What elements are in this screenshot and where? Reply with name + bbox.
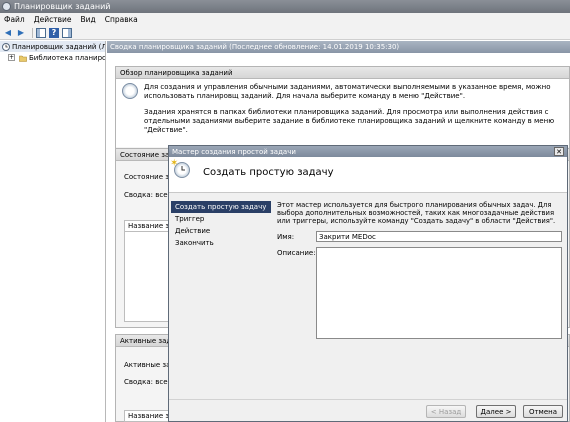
toolbar-separator bbox=[32, 27, 33, 38]
clock-icon bbox=[122, 83, 138, 99]
window-titlebar: Планировщик заданий bbox=[0, 0, 570, 13]
clock-icon bbox=[2, 42, 10, 51]
task-description-textarea[interactable] bbox=[316, 247, 562, 339]
folder-icon bbox=[19, 54, 27, 62]
overview-body: Для создания и управления обычными задан… bbox=[116, 79, 569, 147]
step-finish[interactable]: Закончить bbox=[171, 237, 271, 249]
wizard-description: Этот мастер используется для быстрого пл… bbox=[277, 201, 556, 225]
step-create-task[interactable]: Создать простую задачу bbox=[171, 201, 271, 213]
wizard-title: Мастер создания простой задачи bbox=[172, 147, 296, 156]
console-tree: Планировщик заданий (Локал + Библиотека … bbox=[0, 41, 106, 422]
help-icon[interactable]: ? bbox=[49, 27, 59, 38]
tree-item-label: Библиотека планировщ bbox=[29, 53, 105, 62]
wizard-button-bar: < Назад Далее > Отмена bbox=[169, 399, 567, 421]
star-icon: ✶ bbox=[170, 158, 179, 169]
step-action[interactable]: Действие bbox=[171, 225, 271, 237]
expand-plus-icon[interactable]: + bbox=[8, 54, 15, 61]
menu-file[interactable]: Файл bbox=[4, 15, 25, 24]
overview-section: Обзор планировщика заданий Для создания … bbox=[115, 66, 570, 151]
forward-arrow-icon[interactable]: ▶ bbox=[16, 28, 26, 38]
overview-section-title[interactable]: Обзор планировщика заданий bbox=[116, 67, 569, 79]
description-label: Описание: bbox=[277, 249, 316, 257]
tree-item-library[interactable]: + Библиотека планировщ bbox=[0, 52, 105, 63]
summary-header: Сводка планировщика заданий (Последнее о… bbox=[107, 41, 570, 53]
back-arrow-icon[interactable]: ◀ bbox=[3, 28, 13, 38]
wizard-header: ✶ Создать простую задачу bbox=[169, 157, 567, 193]
wizard-heading: Создать простую задачу bbox=[203, 167, 334, 178]
menu-bar: Файл Действие Вид Справка bbox=[0, 13, 570, 26]
overview-paragraph-1: Для создания и управления обычными задан… bbox=[144, 83, 551, 100]
next-button[interactable]: Далее > bbox=[476, 405, 516, 418]
menu-help[interactable]: Справка bbox=[105, 15, 138, 24]
window-title: Планировщик заданий bbox=[14, 2, 111, 11]
close-icon[interactable]: ✕ bbox=[554, 147, 564, 156]
show-action-pane-icon[interactable] bbox=[62, 27, 72, 38]
wizard-steps: Создать простую задачу Триггер Действие … bbox=[171, 201, 271, 249]
wizard-titlebar: Мастер создания простой задачи bbox=[169, 146, 567, 157]
overview-paragraph-2: Задания хранятся в папках библиотеки пла… bbox=[144, 108, 555, 134]
menu-action[interactable]: Действие bbox=[34, 15, 72, 24]
name-label: Имя: bbox=[277, 233, 295, 241]
back-button[interactable]: < Назад bbox=[426, 405, 466, 418]
wizard-content: Этот мастер используется для быстрого пл… bbox=[277, 201, 565, 225]
scheduler-app-icon bbox=[2, 2, 11, 11]
toolbar: ◀ ▶ ? bbox=[0, 26, 570, 40]
task-name-input[interactable]: Закрити MEDoc bbox=[316, 231, 562, 242]
cancel-button[interactable]: Отмена bbox=[523, 405, 563, 418]
step-trigger[interactable]: Триггер bbox=[171, 213, 271, 225]
console-tree-icon[interactable] bbox=[36, 27, 46, 38]
menu-view[interactable]: Вид bbox=[80, 15, 95, 24]
create-basic-task-wizard: Мастер создания простой задачи ✕ ✶ Созда… bbox=[168, 145, 568, 422]
tree-item-scheduler-root[interactable]: Планировщик заданий (Локал bbox=[0, 41, 105, 52]
tree-item-label: Планировщик заданий (Локал bbox=[12, 42, 105, 51]
